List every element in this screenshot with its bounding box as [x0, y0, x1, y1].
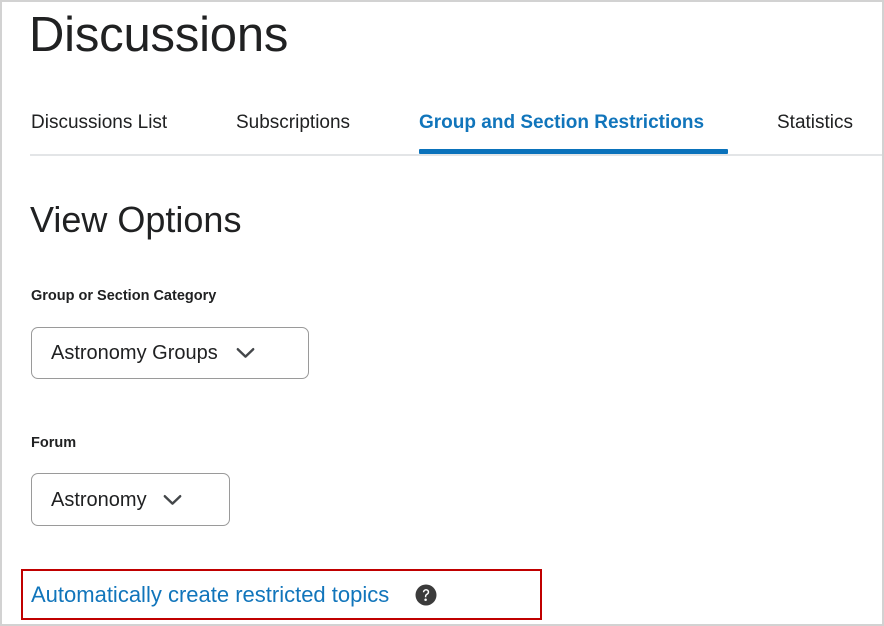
- help-circle-icon[interactable]: [415, 584, 437, 606]
- forum-select[interactable]: Astronomy: [31, 473, 230, 526]
- page-title: Discussions: [29, 8, 289, 62]
- group-or-section-category-select[interactable]: Astronomy Groups: [31, 327, 309, 379]
- chevron-down-icon: [163, 494, 182, 506]
- tab-label: Subscriptions: [236, 112, 351, 133]
- discussions-page: Discussions Discussions List Subscriptio…: [0, 0, 884, 626]
- automatically-create-restricted-topics-link[interactable]: Automatically create restricted topics: [31, 581, 389, 609]
- select-value: Astronomy: [51, 488, 147, 511]
- auto-create-row: Automatically create restricted topics: [31, 580, 437, 610]
- tab-divider: [30, 154, 882, 156]
- group-or-section-category-label: Group or Section Category: [31, 288, 217, 304]
- forum-label: Forum: [31, 435, 77, 451]
- tab-bar: Discussions List Subscriptions Group and…: [2, 102, 882, 156]
- view-options-heading: View Options: [30, 199, 242, 240]
- tab-label: Group and Section Restrictions: [419, 112, 705, 133]
- tab-subscriptions[interactable]: Subscriptions: [236, 102, 350, 154]
- tab-label: Statistics: [777, 112, 854, 133]
- tab-statistics[interactable]: Statistics: [777, 102, 853, 154]
- tab-label: Discussions List: [31, 112, 168, 133]
- tab-group-and-section-restrictions[interactable]: Group and Section Restrictions: [419, 102, 728, 154]
- chevron-down-icon: [236, 347, 255, 359]
- tab-discussions-list[interactable]: Discussions List: [31, 102, 167, 154]
- select-value: Astronomy Groups: [51, 342, 218, 364]
- active-tab-underline: [419, 149, 728, 154]
